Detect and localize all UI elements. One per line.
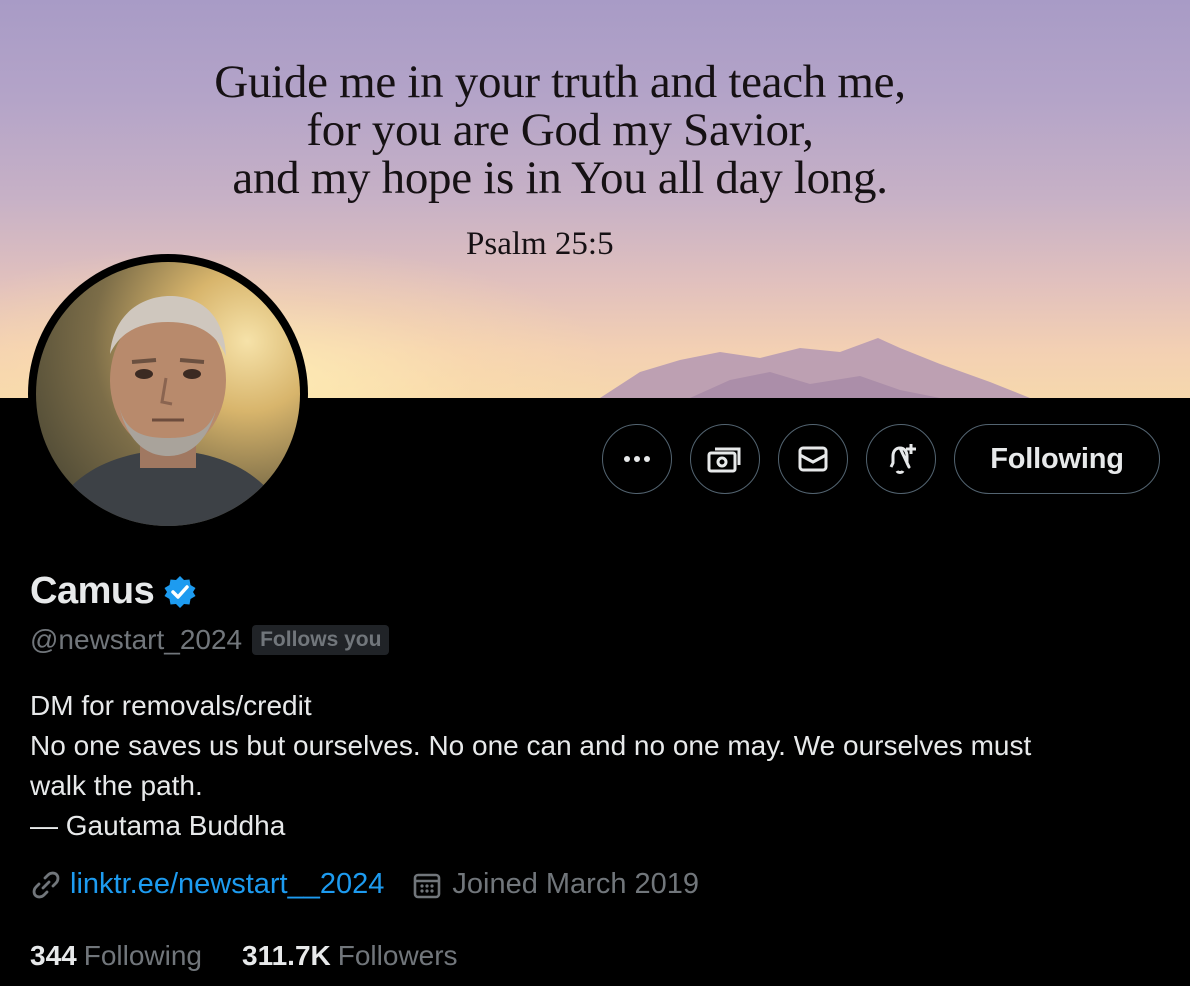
followers-stat[interactable]: 311.7K Followers	[242, 940, 458, 972]
link-icon	[32, 871, 60, 898]
money-icon	[707, 447, 741, 473]
username-handle: @newstart_2024	[30, 624, 243, 655]
banner-quote-line: and my hope is in You all day long.	[232, 152, 888, 204]
avatar-photo	[36, 262, 300, 526]
profile-action-buttons: Following	[602, 424, 1160, 494]
banner-quote-line: for you are God my Savior,	[306, 104, 814, 156]
banner-quote: Guide me in your truth and teach me, for…	[0, 58, 1120, 202]
banner-quote-reference: Psalm 25:5	[466, 226, 614, 262]
bio-line: walk the path.	[30, 770, 203, 801]
follows-you-badge: Follows you	[252, 625, 390, 655]
more-button[interactable]	[602, 424, 672, 494]
profile-meta: linktr.ee/newstart__2024 Joined March 20…	[30, 868, 699, 901]
bio-line: — Gautama Buddha	[30, 810, 286, 841]
banner-quote-line: Guide me in your truth and teach me,	[214, 56, 906, 108]
subscribe-button[interactable]	[690, 424, 760, 494]
following-button[interactable]: Following	[954, 424, 1160, 494]
profile-name-row: Camus	[30, 570, 198, 613]
avatar-portrait	[46, 296, 290, 526]
bio-line: DM for removals/credit	[30, 690, 312, 721]
followers-count: 311.7K	[242, 940, 331, 971]
more-horizontal-icon	[624, 456, 650, 462]
display-name: Camus	[30, 570, 155, 612]
envelope-icon	[798, 446, 828, 472]
profile-avatar[interactable]	[28, 254, 308, 534]
following-label: Following	[83, 940, 202, 971]
following-stat[interactable]: 344 Following	[30, 940, 202, 972]
verified-badge-icon[interactable]	[162, 574, 198, 610]
website-link[interactable]: linktr.ee/newstart__2024	[70, 868, 384, 901]
message-button[interactable]	[778, 424, 848, 494]
notifications-button[interactable]	[866, 424, 936, 494]
calendar-icon	[414, 873, 441, 898]
followers-label: Followers	[337, 940, 458, 971]
profile-stats: 344 Following 311.7K Followers	[30, 940, 458, 972]
bio-line: No one saves us but ourselves. No one ca…	[30, 730, 1032, 761]
profile-bio: DM for removals/credit No one saves us b…	[30, 686, 1160, 846]
profile-handle-row: @newstart_2024 Follows you	[30, 624, 390, 656]
joined-date: Joined March 2019	[452, 868, 700, 900]
bell-plus-icon	[889, 444, 916, 474]
following-count: 344	[30, 940, 77, 971]
